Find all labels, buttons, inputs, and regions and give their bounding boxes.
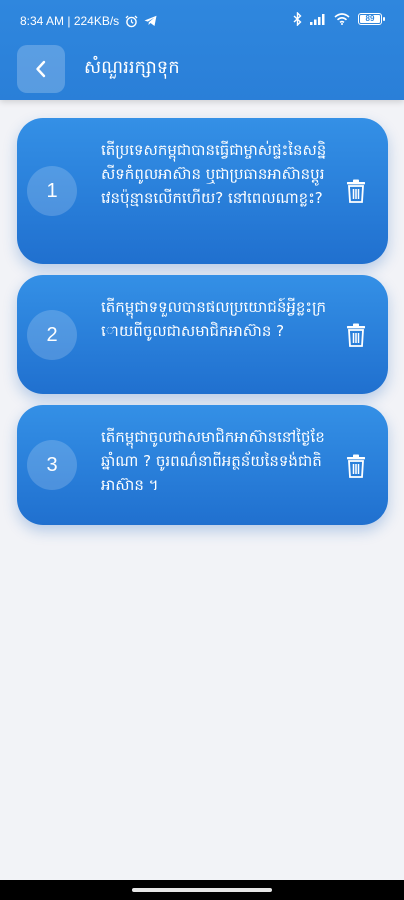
battery-icon: 89	[358, 13, 385, 25]
delete-button[interactable]	[344, 177, 368, 205]
trash-icon	[347, 179, 365, 203]
status-time: 8:34 AM | 224KB/s	[20, 14, 120, 28]
bluetooth-icon	[293, 12, 302, 26]
question-card[interactable]: 3 តើកម្ពុជាចូលជាសមាជិកអាស៊ាននៅថ្ងៃខែឆ្នា…	[17, 405, 388, 525]
question-card[interactable]: 2 តើកម្ពុជាទទួលបានផលប្រយោជន៍អ្វីខ្លះក្រោ…	[17, 275, 388, 394]
signal-icon	[310, 14, 325, 25]
question-text: តើកម្ពុជាទទួលបានផលប្រយោជន៍អ្វីខ្លះក្រោយព…	[101, 298, 326, 340]
question-card[interactable]: 1 តើប្រទេសកម្ពុជាបានធ្វើជាម្ចាស់ផ្ទះនៃសន…	[17, 118, 388, 264]
chevron-left-icon	[36, 60, 46, 78]
home-indicator[interactable]	[132, 888, 272, 892]
trash-icon	[347, 323, 365, 347]
delete-button[interactable]	[344, 321, 368, 349]
telegram-icon	[144, 15, 157, 26]
app-header: 8:34 AM | 224KB/s 89 សំណួររក្សាទុក	[0, 0, 404, 100]
question-text: តើកម្ពុជាចូលជាសមាជិកអាស៊ាននៅថ្ងៃខែឆ្នាំណ…	[101, 428, 325, 494]
wifi-icon	[334, 13, 350, 25]
battery-level: 89	[365, 14, 375, 23]
delete-button[interactable]	[344, 452, 368, 480]
question-number: 3	[27, 440, 77, 490]
page-title: សំណួររក្សាទុក	[84, 57, 180, 78]
question-text: តើប្រទេសកម្ពុជាបានធ្វើជាម្ចាស់ផ្ទះនៃសន្ន…	[101, 141, 327, 207]
question-number: 1	[27, 166, 77, 216]
saved-questions-list: 1 តើប្រទេសកម្ពុជាបានធ្វើជាម្ចាស់ផ្ទះនៃសន…	[17, 118, 388, 536]
alarm-icon	[125, 15, 138, 27]
back-button[interactable]	[17, 45, 65, 93]
question-number: 2	[27, 310, 77, 360]
trash-icon	[347, 454, 365, 478]
status-bar: 8:34 AM | 224KB/s 89	[0, 0, 404, 38]
